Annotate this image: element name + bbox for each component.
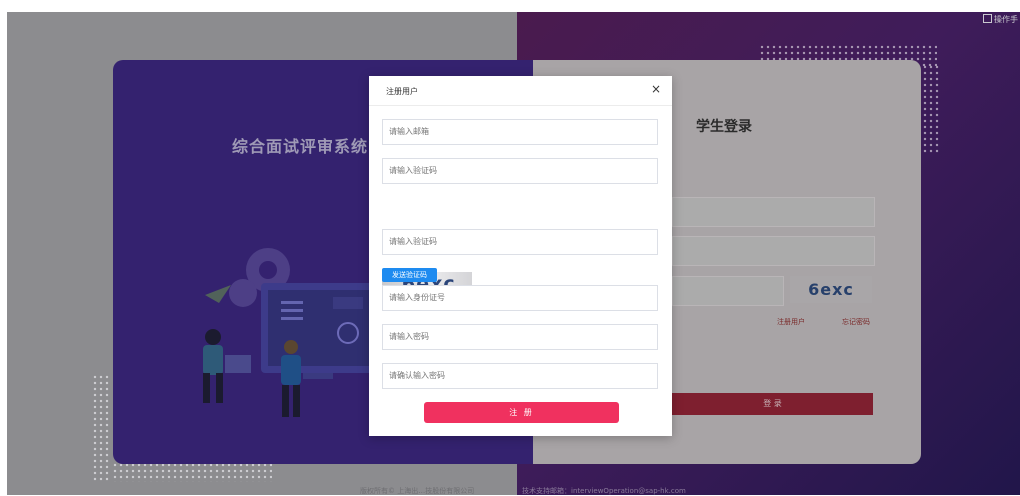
modal-divider (369, 105, 672, 106)
modal-title: 注册用户 (386, 87, 418, 96)
login-username-input[interactable] (672, 197, 875, 227)
verification-code-input-1[interactable] (382, 158, 658, 184)
login-button[interactable]: 登 录 (672, 393, 873, 415)
forgot-password-link[interactable]: 忘记密码 (842, 317, 870, 327)
dot-pattern-right (922, 64, 940, 154)
login-captcha-input[interactable] (672, 276, 784, 306)
email-input[interactable] (382, 119, 658, 145)
register-modal: 注册用户 × 6exc 发送验证码 注 册 (369, 76, 672, 436)
operation-manual-link[interactable]: 操作手 (983, 14, 1018, 25)
password-input[interactable] (382, 324, 658, 350)
login-title: 学生登录 (696, 119, 752, 135)
send-code-button[interactable]: 发送验证码 (382, 268, 437, 282)
system-title: 综合面试评审系统 (232, 137, 369, 156)
document-icon (983, 14, 992, 23)
illustration (203, 248, 381, 417)
register-button[interactable]: 注 册 (424, 402, 619, 423)
id-number-input[interactable] (382, 285, 658, 311)
dot-pattern-bottom (112, 462, 272, 482)
login-captcha-image[interactable]: 6exc (790, 276, 872, 303)
confirm-password-input[interactable] (382, 363, 658, 389)
verification-code-input-2[interactable] (382, 229, 658, 255)
login-password-input[interactable] (672, 236, 875, 266)
register-link[interactable]: 注册用户 (777, 317, 805, 327)
close-icon[interactable]: × (651, 82, 661, 96)
operation-manual-label: 操作手 (994, 15, 1018, 24)
dot-pattern-bottom-left (92, 374, 110, 482)
